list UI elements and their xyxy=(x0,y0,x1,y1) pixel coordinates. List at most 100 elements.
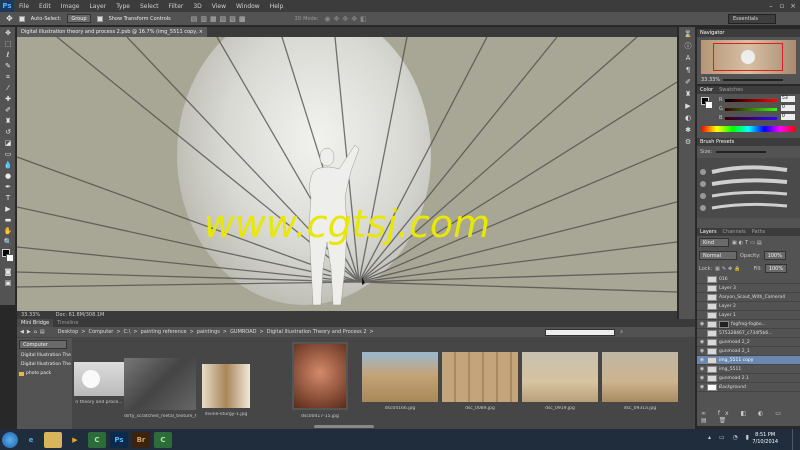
menu-select[interactable]: Select xyxy=(135,3,164,10)
layer-actions[interactable]: ∞ fx ◧ ◐ ▭ ▤ 🗑 xyxy=(701,410,800,424)
clone-source-icon[interactable]: ♜ xyxy=(681,89,695,99)
close-icon[interactable]: × xyxy=(788,2,798,10)
r-slider[interactable] xyxy=(725,99,777,102)
auto-select-dropdown[interactable]: Group xyxy=(67,14,91,23)
brush-size-slider[interactable] xyxy=(715,151,766,153)
menu-view[interactable]: View xyxy=(207,3,231,10)
search-icon[interactable]: ⌕ xyxy=(620,329,623,335)
folder-item[interactable]: Digital Illustration The xyxy=(17,351,72,360)
align-icons[interactable]: ▤▥▦▧▨▩ xyxy=(191,15,249,23)
media-player-icon[interactable]: ▶ xyxy=(66,432,84,448)
breadcrumb-item[interactable]: C:\ xyxy=(124,329,131,335)
menu-window[interactable]: Window xyxy=(231,3,265,10)
tab-channels[interactable]: Channels xyxy=(723,229,746,235)
3d-mode-icons[interactable]: ◉✥✥✥◧ xyxy=(324,15,369,23)
g-slider[interactable] xyxy=(725,108,777,111)
menu-file[interactable]: File xyxy=(14,3,34,10)
g-value[interactable]: 0 xyxy=(781,105,795,111)
quick-select-tool-icon[interactable]: ✎ xyxy=(1,61,15,71)
brush-tool-icon[interactable]: ✐ xyxy=(1,105,15,115)
zoom-slider[interactable] xyxy=(723,79,784,81)
bridge-taskbar-icon[interactable]: Br xyxy=(132,431,150,448)
layer-row[interactable]: Layer 3 xyxy=(697,284,800,293)
eye-icon[interactable]: ◉ xyxy=(699,357,705,363)
breadcrumb-item[interactable]: Computer xyxy=(88,329,113,335)
opacity-field[interactable]: 100% xyxy=(763,251,786,260)
zoom-level[interactable]: 33.33% xyxy=(21,312,40,318)
start-button-icon[interactable] xyxy=(2,431,18,448)
filter-icons[interactable]: ▣◐T▭▤ xyxy=(732,240,764,246)
layer-row[interactable]: Layer 2 xyxy=(697,302,800,311)
document-tab[interactable]: Digital illustration theory and process … xyxy=(17,27,207,37)
tab-timeline[interactable]: Timeline xyxy=(53,319,82,327)
folder-item[interactable]: Digital Illustration The xyxy=(17,360,72,369)
blur-tool-icon[interactable]: 💧 xyxy=(1,160,15,170)
breadcrumb-item[interactable]: paintings xyxy=(197,329,220,335)
brush-panel-icon[interactable]: ✐ xyxy=(681,77,695,87)
menu-3d[interactable]: 3D xyxy=(188,3,206,10)
location-dropdown[interactable]: Computer xyxy=(19,340,67,349)
auto-select-checkbox[interactable] xyxy=(18,15,25,22)
tab-color[interactable]: Color xyxy=(700,87,713,93)
layer-row[interactable]: 016 xyxy=(697,275,800,284)
navigator-tab[interactable]: Navigator xyxy=(700,30,724,36)
color-swatches[interactable] xyxy=(1,249,14,265)
layer-row[interactable]: Aaryon_Scout_With_Camera4 xyxy=(697,293,800,302)
color-ramp[interactable] xyxy=(701,126,796,132)
folder-item[interactable]: photo pack xyxy=(17,369,72,378)
horizontal-scrollbar[interactable] xyxy=(314,425,374,428)
thumbnail-item[interactable]: divine-liturgy-1.jpg xyxy=(202,364,250,417)
character-icon[interactable]: A xyxy=(681,53,695,63)
layer-row[interactable]: ◉ gunmoad 2.1 xyxy=(697,374,800,383)
clone-stamp-tool-icon[interactable]: ♜ xyxy=(1,116,15,126)
tab-swatches[interactable]: Swatches xyxy=(719,87,743,93)
actions-icon[interactable]: ▶ xyxy=(681,101,695,111)
tab-close-icon[interactable]: × xyxy=(199,27,203,37)
eye-icon[interactable]: ◉ xyxy=(699,339,705,345)
navigator-thumbnail[interactable] xyxy=(701,40,796,74)
lock-icons[interactable]: ▦✎✥🔒 xyxy=(715,266,742,272)
thumbnail-item[interactable]: dsc_0089.jpg xyxy=(442,352,518,411)
move-tool-icon[interactable]: ✥ xyxy=(1,28,15,38)
navigator-zoom[interactable]: 33.33% xyxy=(701,77,720,83)
menu-help[interactable]: Help xyxy=(265,3,289,10)
minimize-icon[interactable]: – xyxy=(766,2,776,10)
menu-edit[interactable]: Edit xyxy=(34,3,56,10)
clock[interactable]: 8:51 PM 7/10/2014 xyxy=(752,432,778,446)
maximize-icon[interactable]: ▫ xyxy=(777,2,787,10)
adjustments-icon[interactable]: ◐ xyxy=(681,113,695,123)
tab-mini-bridge[interactable]: Mini Bridge xyxy=(17,319,54,327)
home-icon[interactable]: ⌂ xyxy=(34,329,37,335)
dodge-tool-icon[interactable]: ● xyxy=(1,171,15,181)
r-value[interactable]: 53 xyxy=(781,96,795,102)
show-desktop-button[interactable] xyxy=(792,429,800,450)
thumbnail-item[interactable]: dirty_scratched_metal_texture_full_d... xyxy=(124,358,196,419)
breadcrumb-item[interactable]: painting reference xyxy=(141,329,187,335)
layer-row[interactable]: Layer 1 xyxy=(697,311,800,320)
healing-brush-tool-icon[interactable]: ✚ xyxy=(1,94,15,104)
properties-icon[interactable]: ⓘ xyxy=(681,41,695,51)
document-canvas[interactable]: www.cgtsj.com xyxy=(17,37,677,311)
styles-icon[interactable]: ✱ xyxy=(681,125,695,135)
menu-type[interactable]: Type xyxy=(111,3,135,10)
tab-paths[interactable]: Paths xyxy=(752,229,766,235)
eraser-tool-icon[interactable]: ◪ xyxy=(1,138,15,148)
thumbnail-item[interactable]: n theory and proce... xyxy=(74,362,124,405)
lasso-tool-icon[interactable]: ℓ xyxy=(1,50,15,60)
bg-color-swatch[interactable] xyxy=(705,101,713,109)
brush-presets-tab[interactable]: Brush Presets xyxy=(700,139,734,145)
camtasia-icon[interactable]: C xyxy=(88,431,106,448)
zoom-tool-icon[interactable]: 🔍 xyxy=(1,237,15,247)
thumbnail-item[interactable]: dsc_0931a.jpg xyxy=(602,352,678,411)
b-slider[interactable] xyxy=(725,117,777,120)
layer-row-selected[interactable]: ◉ img_5511 copy xyxy=(697,356,800,365)
blend-mode-dropdown[interactable]: Normal xyxy=(699,251,737,260)
eye-icon[interactable]: ◉ xyxy=(699,366,705,372)
menu-layer[interactable]: Layer xyxy=(84,3,111,10)
fill-field[interactable]: 100% xyxy=(764,264,788,273)
eye-icon[interactable]: ◉ xyxy=(699,321,705,327)
photoshop-taskbar-icon[interactable]: Ps xyxy=(110,431,128,448)
layer-row[interactable]: ◉ gunmoad 2_2 xyxy=(697,338,800,347)
eye-icon[interactable]: ◉ xyxy=(699,384,705,390)
forward-icon[interactable]: ▶ xyxy=(27,329,31,335)
